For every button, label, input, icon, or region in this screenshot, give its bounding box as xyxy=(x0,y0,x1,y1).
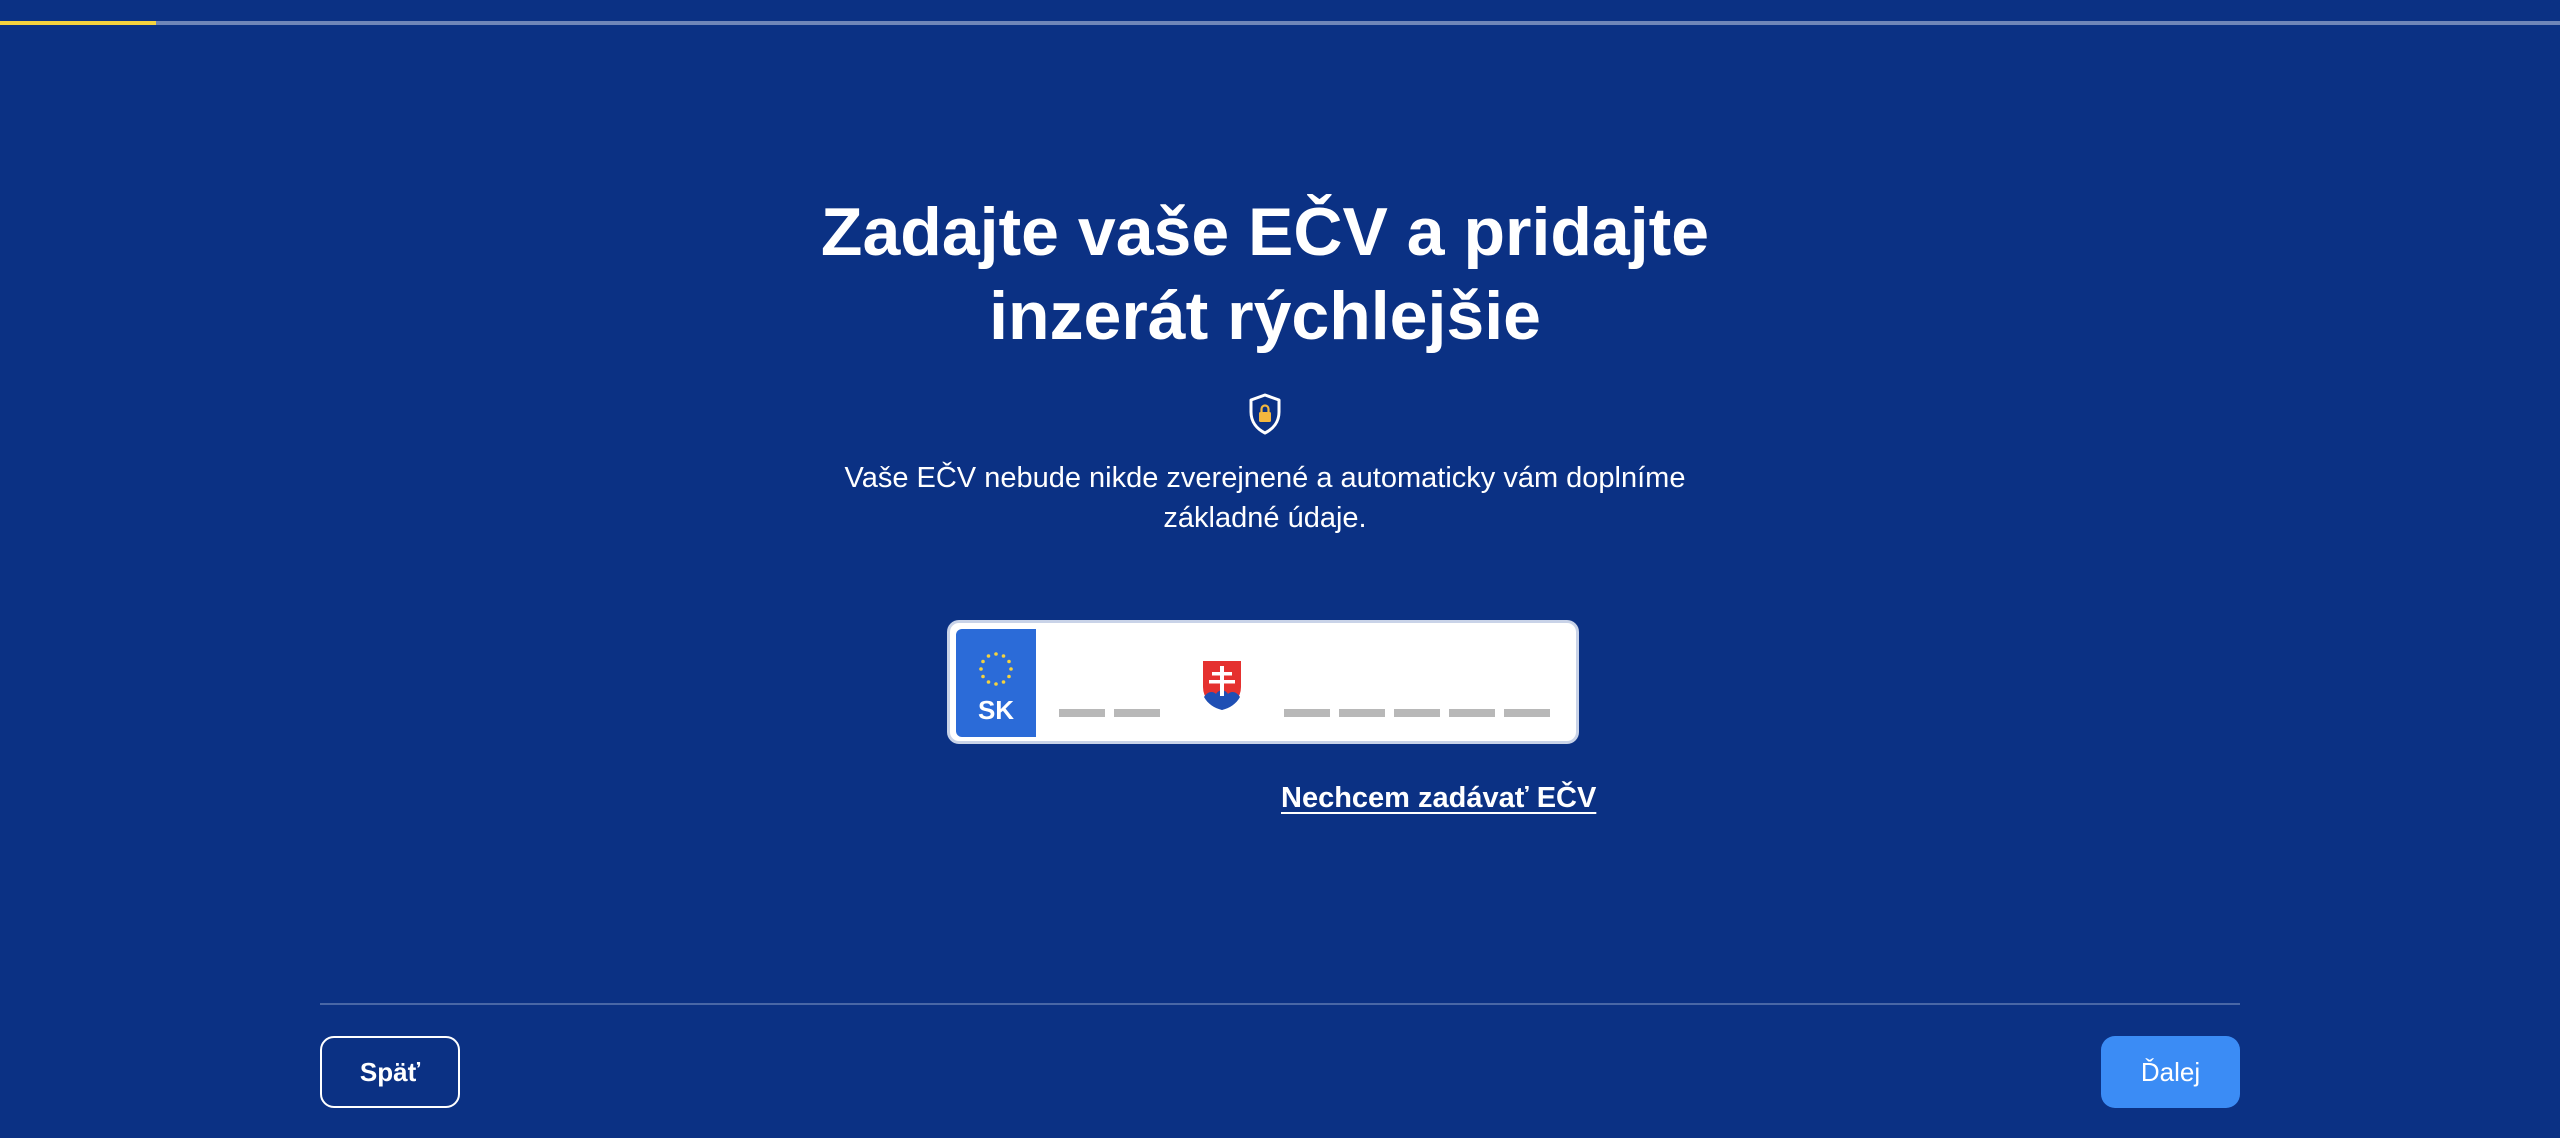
privacy-note-line-1: Vaše EČV nebude nikde zverejnené a autom… xyxy=(844,462,1686,494)
page: Zadajte vaše EČV a pridajte inzerát rých… xyxy=(0,0,2560,1138)
slovak-coat-of-arms-icon xyxy=(1201,659,1243,713)
back-button[interactable]: Späť xyxy=(320,1036,460,1108)
privacy-note: Vaše EČV nebude nikde zverejnené a autom… xyxy=(0,458,2530,538)
eu-country-band: SK xyxy=(956,629,1036,737)
license-plate-input[interactable]: SK xyxy=(947,620,1579,744)
plate-char-slot xyxy=(1394,709,1440,717)
page-title-line-2: inzerát rýchlejšie xyxy=(989,278,1541,354)
skip-plate-link[interactable]: Nechcem zadávať EČV xyxy=(1281,782,1596,815)
progress-bar-fill xyxy=(0,21,157,25)
shield-lock-icon xyxy=(1249,393,1281,435)
plate-char-slot xyxy=(1339,709,1385,717)
plate-char-slot xyxy=(1114,709,1160,717)
next-button[interactable]: Ďalej xyxy=(2101,1036,2240,1108)
page-title: Zadajte vaše EČV a pridajte inzerát rých… xyxy=(0,190,2530,358)
eu-stars-icon xyxy=(979,652,1013,686)
footer-divider xyxy=(320,1003,2240,1005)
plate-char-slot xyxy=(1059,709,1105,717)
plate-char-slot xyxy=(1284,709,1330,717)
country-code: SK xyxy=(977,695,1015,725)
privacy-note-line-2: základné údaje. xyxy=(1163,502,1367,534)
page-title-line-1: Zadajte vaše EČV a pridajte xyxy=(820,194,1710,270)
plate-char-slot xyxy=(1504,709,1550,717)
progress-bar xyxy=(0,21,2560,25)
plate-char-slot xyxy=(1449,709,1495,717)
